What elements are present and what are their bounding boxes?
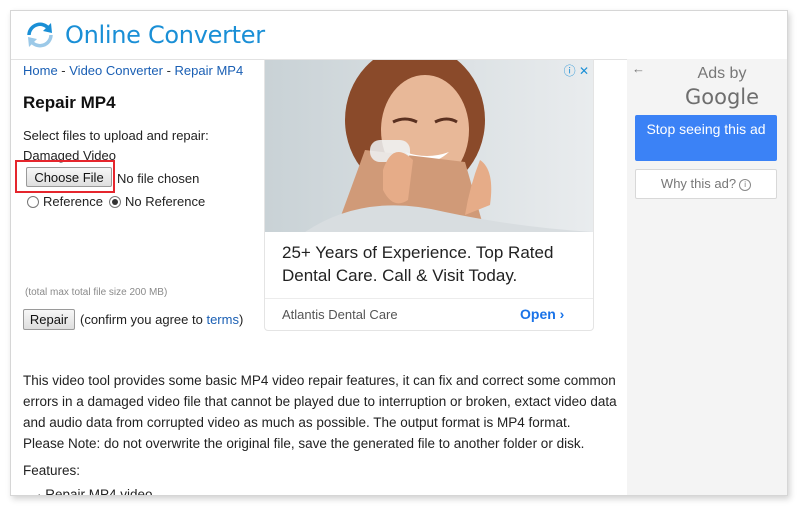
breadcrumb-separator: - [162, 63, 175, 78]
adchoices-icon[interactable]: ⓘ [564, 64, 576, 78]
ad-sidebar: ← Ads by Google Stop seeing this ad Why … [627, 59, 787, 495]
description-line: This video tool provides some basic MP4 … [23, 373, 616, 388]
why-this-ad-label[interactable]: Why this ad? [661, 176, 736, 191]
back-arrow-icon[interactable]: ← [632, 61, 645, 76]
info-icon: i [739, 179, 752, 191]
feature-item-text: Repair MP4 video [45, 487, 153, 496]
feature-bullet: · [37, 487, 42, 496]
ad-open-link[interactable]: Open › [520, 306, 564, 322]
description-line: Please Note: do not overwrite the origin… [23, 436, 585, 451]
terms-confirmation-prefix: (confirm you agree to [80, 312, 207, 327]
feature-item: · Repair MP4 video [37, 487, 153, 496]
refresh-arrows-icon[interactable] [25, 21, 55, 49]
google-label: Google [684, 85, 760, 109]
reference-radio-label[interactable]: Reference [43, 194, 103, 209]
site-header: Online Converter [11, 11, 787, 60]
ad-divider [265, 298, 593, 299]
terms-link[interactable]: terms [206, 312, 239, 327]
max-file-size-note: (total max total file size 200 MB) [25, 287, 168, 298]
why-this-ad-button[interactable]: Why this ad? i [635, 169, 777, 199]
ad-controls: ⓘ ✕ [564, 62, 589, 79]
description-line: errors in a damaged video file that cann… [23, 394, 617, 409]
no-file-chosen-text: No file chosen [117, 171, 200, 186]
breadcrumb-repair-mp4-link[interactable]: Repair MP4 [175, 63, 244, 78]
ad-open-label[interactable]: Open [520, 306, 556, 322]
no-reference-radio-label[interactable]: No Reference [125, 194, 205, 209]
ad-headline[interactable]: 25+ Years of Experience. Top Rated Denta… [282, 241, 582, 287]
reference-radio[interactable] [27, 195, 39, 208]
browser-page: Online Converter Home - Video Converter … [10, 10, 788, 496]
choose-file-button[interactable]: Choose File [26, 167, 112, 187]
dental-ad-banner[interactable]: ⓘ ✕ 25+ Years of Experience. Top Rated D… [264, 59, 594, 331]
breadcrumb: Home - Video Converter - Repair MP4 [23, 63, 243, 78]
repair-button[interactable]: Repair [23, 309, 75, 330]
tool-description: This video tool provides some basic MP4 … [23, 370, 627, 454]
close-icon[interactable]: ✕ [579, 64, 589, 78]
upload-instruction: Select files to upload and repair: [23, 128, 209, 143]
terms-confirmation-suffix: ) [238, 312, 244, 327]
terms-confirmation: (confirm you agree to terms) [80, 312, 243, 327]
breadcrumb-home-link[interactable]: Home [23, 63, 58, 78]
site-logo-text[interactable]: Online Converter [65, 21, 265, 49]
no-reference-radio[interactable] [108, 195, 121, 208]
ad-photo-woman-smiling[interactable] [265, 60, 593, 232]
ad-advertiser-name[interactable]: Atlantis Dental Care [282, 307, 398, 322]
stop-seeing-ad-button[interactable]: Stop seeing this ad [635, 115, 777, 161]
ads-by-label: Ads by [697, 65, 747, 82]
breadcrumb-video-converter-link[interactable]: Video Converter [69, 63, 163, 78]
breadcrumb-separator: - [57, 63, 70, 78]
features-heading: Features: [23, 463, 81, 478]
description-line: and audio data from corrupted video as m… [23, 415, 571, 430]
reference-radio-group: Reference No Reference [27, 194, 205, 209]
page-title: Repair MP4 [23, 93, 116, 112]
chevron-right-icon[interactable]: › [560, 306, 565, 322]
